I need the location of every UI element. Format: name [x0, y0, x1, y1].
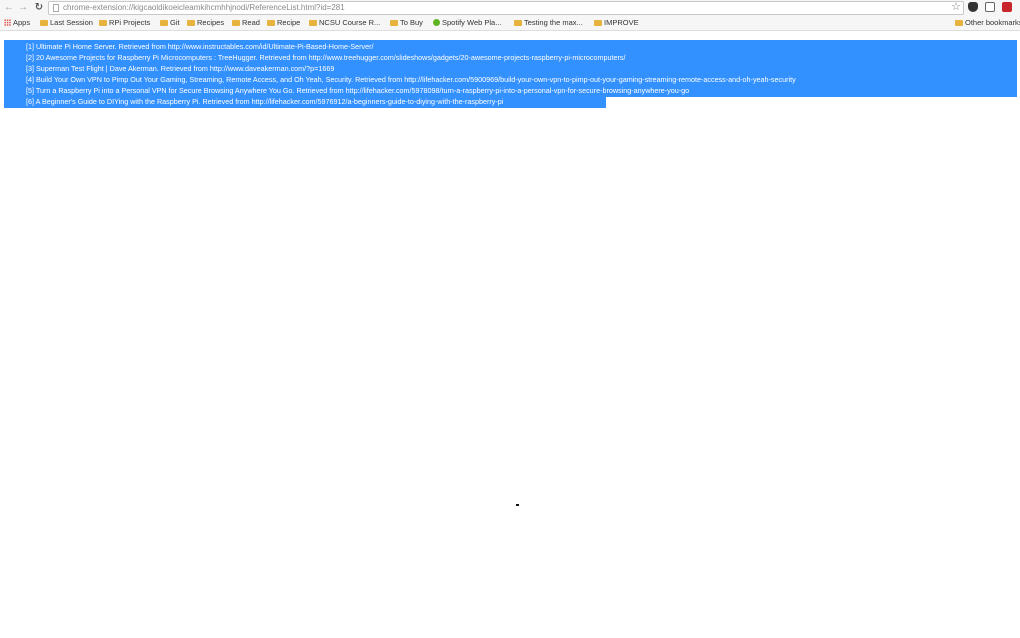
bookmark-improve[interactable]: IMPROVE — [594, 17, 639, 29]
bookmark-label: Read — [242, 18, 260, 27]
bookmark-recipes[interactable]: Recipes — [187, 17, 224, 29]
bookmark-label: To Buy — [400, 18, 423, 27]
bookmarks-bar: Apps Last Session RPi Projects Git Recip… — [0, 16, 1020, 31]
bookmark-label: Recipes — [197, 18, 225, 27]
bookmark-label: Apps — [13, 18, 31, 27]
address-bar[interactable]: chrome-extension://kigcaoldikoeicleamkih… — [48, 1, 964, 15]
bookmark-read[interactable]: Read — [232, 17, 260, 29]
bookmark-apps[interactable]: Apps — [4, 17, 30, 29]
pocket-extension-icon[interactable] — [968, 2, 978, 12]
folder-icon — [160, 20, 168, 26]
folder-icon — [267, 20, 275, 26]
folder-icon — [594, 20, 602, 26]
bookmark-other[interactable]: Other bookmarks — [955, 17, 1020, 29]
folder-icon — [40, 20, 48, 26]
bookmark-label: RPi Projects — [109, 18, 151, 27]
bookmark-label: Last Session — [50, 18, 93, 27]
bookmark-label: Other bookmarks — [965, 18, 1020, 27]
folder-icon — [99, 20, 107, 26]
reference-item-4[interactable]: [4] Build Your Own VPN to Pimp Out Your … — [26, 74, 796, 85]
folder-icon — [187, 20, 195, 26]
bookmark-to-buy[interactable]: To Buy — [390, 17, 423, 29]
reference-item-2[interactable]: [2] 20 Awesome Projects for Raspberry Pi… — [26, 52, 625, 63]
folder-icon — [955, 20, 963, 26]
bookmark-label: Testing the max... — [524, 18, 583, 27]
bookmark-git[interactable]: Git — [160, 17, 180, 29]
page-content: [1] Ultimate Pi Home Server. Retrieved f… — [0, 31, 1020, 638]
page-icon — [53, 4, 59, 12]
folder-icon — [514, 20, 522, 26]
star-icon[interactable]: ☆ — [951, 1, 961, 14]
bookmark-label: Spotify Web Pla... — [442, 18, 502, 27]
spotify-icon — [433, 19, 440, 26]
bookmark-label: IMPROVE — [604, 18, 639, 27]
window-extension-icon[interactable] — [985, 2, 995, 12]
red-extension-icon[interactable] — [1002, 2, 1012, 12]
reference-item-3[interactable]: [3] Superman Test Flight | Dave Akerman.… — [26, 63, 334, 74]
reference-item-6[interactable]: [6] A Beginner's Guide to DIYing with th… — [26, 96, 503, 107]
folder-icon — [309, 20, 317, 26]
bookmark-label: NCSU Course R... — [319, 18, 381, 27]
forward-arrow-icon[interactable]: → — [17, 1, 29, 14]
browser-toolbar: ← → ↻ chrome-extension://kigcaoldikoeicl… — [0, 0, 1020, 16]
url-text[interactable]: chrome-extension://kigcaoldikoeicleamkih… — [63, 2, 345, 14]
bookmark-ncsu-course[interactable]: NCSU Course R... — [309, 17, 380, 29]
bookmark-last-session[interactable]: Last Session — [40, 17, 93, 29]
folder-icon — [390, 20, 398, 26]
folder-icon — [232, 20, 240, 26]
back-arrow-icon[interactable]: ← — [3, 1, 15, 14]
reference-item-5[interactable]: [5] Turn a Raspberry Pi into a Personal … — [26, 85, 689, 96]
bookmark-spotify[interactable]: Spotify Web Pla... — [433, 17, 501, 29]
reload-icon[interactable]: ↻ — [33, 1, 45, 14]
bookmark-rpi-projects[interactable]: RPi Projects — [99, 17, 150, 29]
bookmark-label: Recipe — [277, 18, 301, 27]
bookmark-label: Git — [170, 18, 180, 27]
bookmark-testing[interactable]: Testing the max... — [514, 17, 583, 29]
bookmark-recipe[interactable]: Recipe — [267, 17, 300, 29]
apps-grid-icon — [4, 19, 11, 26]
reference-item-1[interactable]: [1] Ultimate Pi Home Server. Retrieved f… — [26, 41, 374, 52]
mouse-cursor — [516, 504, 519, 506]
